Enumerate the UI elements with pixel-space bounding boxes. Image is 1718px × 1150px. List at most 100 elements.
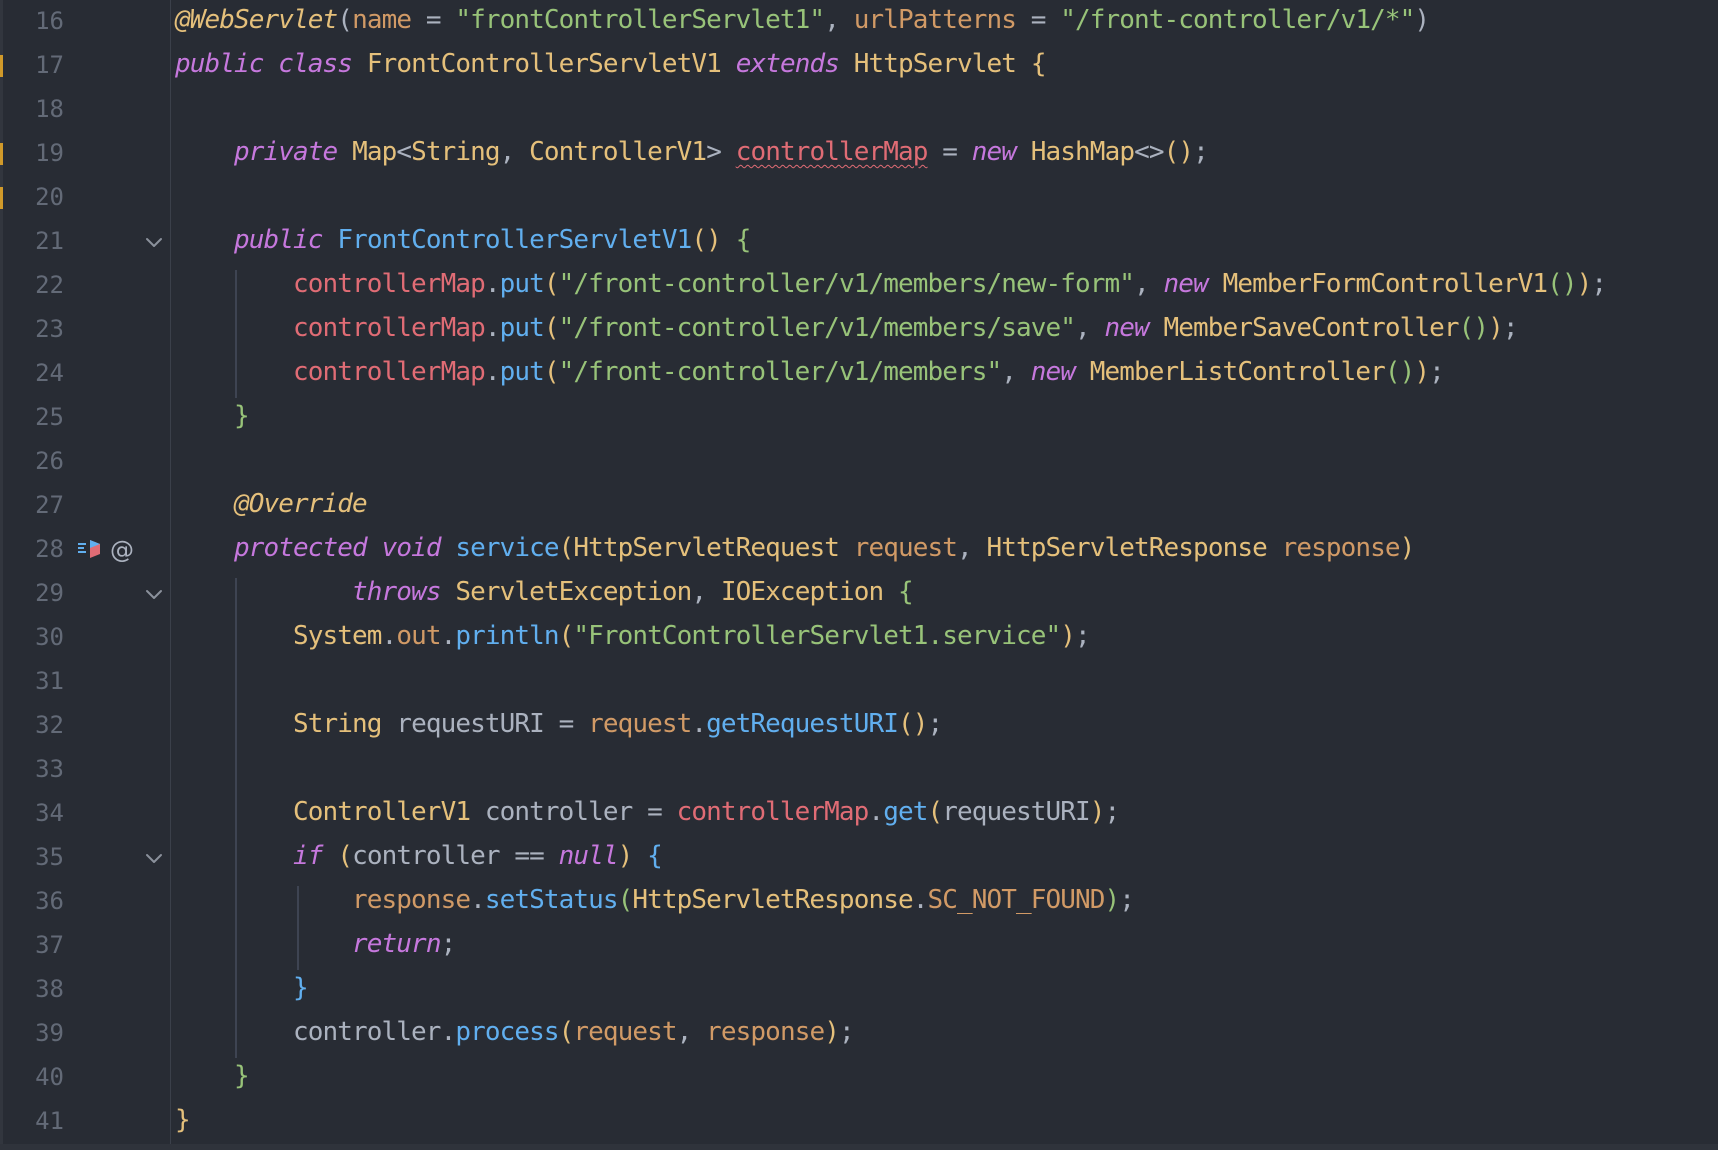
code-text[interactable]: controllerMap.put("/front-controller/v1/… [175,310,1519,346]
line-number[interactable]: 22 [20,268,64,302]
code-line[interactable]: 29 throws ServletException, IOException … [0,572,1718,616]
code-line[interactable]: 34 ControllerV1 controller = controllerM… [0,792,1718,836]
code-line[interactable]: 30 System.out.println("FrontControllerSe… [0,616,1718,660]
code-line[interactable]: 38 } [0,968,1718,1012]
line-number[interactable]: 20 [20,180,64,214]
code-token: ) [1060,621,1076,651]
code-line[interactable]: 25 } [0,396,1718,440]
code-text[interactable]: private Map<String, ControllerV1> contro… [175,134,1209,170]
code-line[interactable]: 18 [0,88,1718,132]
code-line[interactable]: 21 public FrontControllerServletV1() { [0,220,1718,264]
line-number[interactable]: 34 [20,796,64,830]
code-token: } [234,401,250,431]
line-number[interactable]: 21 [20,224,64,258]
line-number[interactable]: 31 [20,664,64,698]
code-token: new [1104,313,1150,343]
line-number[interactable]: 25 [20,400,64,434]
code-text[interactable]: } [175,1102,191,1138]
at-icon[interactable]: @ [110,536,134,564]
code-text[interactable]: if (controller == null) { [175,838,663,874]
code-line[interactable]: 35 if (controller == null) { [0,836,1718,880]
code-text[interactable]: ControllerV1 controller = controllerMap.… [175,794,1120,830]
line-number[interactable]: 28 [20,532,64,566]
code-text[interactable]: } [175,970,309,1006]
code-line[interactable]: 32 String requestURI = request.getReques… [0,704,1718,748]
code-line[interactable]: 36 response.setStatus(HttpServletRespons… [0,880,1718,924]
line-number[interactable]: 36 [20,884,64,918]
change-marker[interactable] [0,143,3,165]
line-number[interactable]: 23 [20,312,64,346]
code-editor[interactable]: 16 @WebServlet(name = "frontControllerSer… [0,0,1718,1150]
code-token: requestURI [942,797,1090,827]
code-text[interactable]: } [175,1058,250,1094]
code-line[interactable]: 20 [0,176,1718,220]
code-line[interactable]: 24 controllerMap.put("/front-controller/… [0,352,1718,396]
line-number[interactable]: 16 [20,4,64,38]
line-number[interactable]: 40 [20,1060,64,1094]
line-number[interactable]: 35 [20,840,64,874]
code-line[interactable]: 16 @WebServlet(name = "frontControllerSer… [0,0,1718,44]
code-token: @Override [234,489,368,519]
fold-chevron-icon[interactable] [144,848,164,868]
code-text[interactable]: public class FrontControllerServletV1 ex… [175,46,1046,82]
code-text[interactable]: public FrontControllerServletV1() { [175,222,751,258]
code-text[interactable]: return; [175,926,456,962]
line-number[interactable]: 39 [20,1016,64,1050]
fold-chevron-icon[interactable] [144,584,164,604]
line-number[interactable]: 19 [20,136,64,170]
code-line[interactable]: 22 controllerMap.put("/front-controller/… [0,264,1718,308]
change-marker[interactable] [0,187,3,209]
code-line[interactable]: 37 return; [0,924,1718,968]
code-text[interactable]: controller.process(request, response); [175,1014,855,1050]
code-text[interactable]: throws ServletException, IOException { [175,574,914,610]
code-line[interactable]: 40 } [0,1056,1718,1100]
line-number[interactable]: 32 [20,708,64,742]
line-number[interactable]: 18 [20,92,64,126]
line-number[interactable]: 26 [20,444,64,478]
code-token: new [971,137,1017,167]
line-number[interactable]: 30 [20,620,64,654]
code-line[interactable]: 31 [0,660,1718,704]
code-text[interactable]: } [175,398,250,434]
code-line[interactable]: 33 [0,748,1718,792]
code-line[interactable]: 19 private Map<String, ControllerV1> con… [0,132,1718,176]
code-text[interactable]: String requestURI = request.getRequestUR… [175,706,943,742]
line-number[interactable]: 24 [20,356,64,390]
code-line[interactable]: 39 controller.process(request, response)… [0,1012,1718,1056]
line-number[interactable]: 29 [20,576,64,610]
code-text[interactable]: protected void service(HttpServletReques… [175,530,1415,566]
line-number[interactable]: 33 [20,752,64,786]
implementation-icon[interactable] [76,536,106,564]
code-token: ( [617,885,634,915]
code-line[interactable]: 17 public class FrontControllerServletV1 … [0,44,1718,88]
line-number[interactable]: 17 [20,48,64,82]
code-token: ) [1104,885,1121,915]
code-text[interactable]: @Override [175,486,368,522]
line-number[interactable]: 37 [20,928,64,962]
code-token: () [1384,357,1415,387]
code-text[interactable]: controllerMap.put("/front-controller/v1/… [175,266,1607,302]
code-line[interactable]: 28 @ protected void service(HttpServletRe… [0,528,1718,572]
code-line[interactable]: 41} [0,1100,1718,1144]
change-marker[interactable] [0,55,3,77]
code-text[interactable]: System.out.println("FrontControllerServl… [175,618,1091,654]
code-text[interactable]: controllerMap.put("/front-controller/v1/… [175,354,1445,390]
code-text[interactable]: @WebServlet(name = "frontControllerServl… [175,2,1430,38]
code-text[interactable]: response.setStatus(HttpServletResponse.S… [175,882,1135,918]
line-number[interactable]: 27 [20,488,64,522]
code-line[interactable]: 23 controllerMap.put("/front-controller/… [0,308,1718,352]
code-token: ( [543,313,560,343]
line-number[interactable]: 41 [20,1104,64,1138]
code-line[interactable]: 27 @Override [0,484,1718,528]
code-token: () [1547,269,1577,299]
line-number[interactable]: 38 [20,972,64,1006]
code-line[interactable]: 26 [0,440,1718,484]
fold-chevron-icon[interactable] [144,232,164,252]
